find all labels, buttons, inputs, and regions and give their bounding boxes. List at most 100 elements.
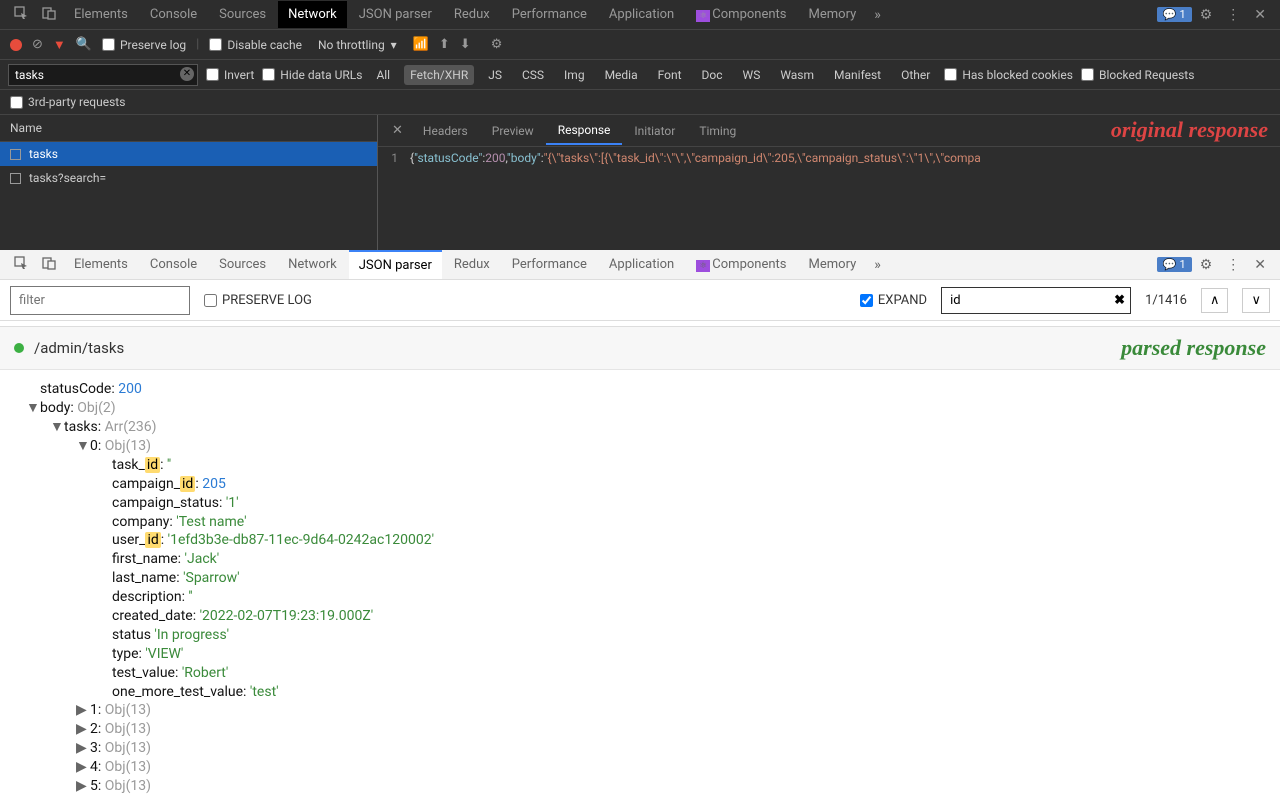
tab-network[interactable]: Network: [278, 251, 347, 278]
wifi-icon[interactable]: 📶: [413, 37, 429, 52]
response-tab-timing[interactable]: Timing: [687, 118, 748, 144]
blocked-requests-checkbox[interactable]: Blocked Requests: [1081, 68, 1194, 82]
device-toggle-icon[interactable]: [36, 2, 62, 28]
throttling-select[interactable]: No throttling ▾: [312, 35, 403, 55]
tree-row-item-0[interactable]: ▼0: Obj(13): [20, 437, 1260, 456]
tab-sources[interactable]: Sources: [209, 251, 276, 278]
tab-elements[interactable]: Elements: [64, 251, 138, 278]
close-icon[interactable]: ✕: [1248, 3, 1272, 27]
hide-data-urls-input[interactable]: [262, 68, 275, 81]
settings-icon[interactable]: ⚙: [1194, 253, 1219, 277]
more-tabs-icon[interactable]: »: [868, 3, 887, 27]
chevron-down-icon[interactable]: ▼: [26, 399, 40, 418]
json-search-input[interactable]: [941, 287, 1131, 314]
request-item-tasks-search[interactable]: tasks?search=: [0, 166, 377, 190]
preserve-log-input[interactable]: [102, 38, 115, 51]
filter-icon[interactable]: ▼: [53, 37, 66, 53]
settings-icon[interactable]: ⚙: [1194, 3, 1219, 27]
tab-components[interactable]: ⚛Components: [686, 251, 796, 278]
blocked-requests-input[interactable]: [1081, 68, 1094, 81]
filter-type-img[interactable]: Img: [558, 65, 591, 85]
response-tab-headers[interactable]: Headers: [411, 118, 480, 144]
tab-application[interactable]: Application: [599, 1, 684, 28]
preserve-log-checkbox[interactable]: PRESERVE LOG: [204, 293, 312, 308]
tab-performance[interactable]: Performance: [502, 251, 597, 278]
chevron-right-icon[interactable]: ▶: [76, 777, 90, 796]
device-toggle-icon[interactable]: [36, 252, 62, 278]
tab-console[interactable]: Console: [140, 1, 207, 28]
tab-json-parser[interactable]: JSON parser: [349, 250, 442, 279]
tree-row-item-4[interactable]: ▶4: Obj(13): [20, 758, 1260, 777]
response-tab-preview[interactable]: Preview: [480, 118, 546, 144]
tab-performance[interactable]: Performance: [502, 1, 597, 28]
filter-type-all[interactable]: All: [370, 65, 396, 85]
filter-type-other[interactable]: Other: [895, 65, 936, 85]
expand-checkbox[interactable]: EXPAND: [860, 293, 927, 308]
tree-row-item-2[interactable]: ▶2: Obj(13): [20, 720, 1260, 739]
preserve-log-checkbox[interactable]: Preserve log: [102, 38, 186, 52]
invert-checkbox[interactable]: Invert: [206, 68, 254, 82]
filter-input[interactable]: [8, 64, 198, 86]
settings-gear-icon[interactable]: ⚙: [491, 37, 503, 52]
chevron-down-icon[interactable]: ▼: [50, 418, 64, 437]
upload-icon[interactable]: ⬆: [439, 37, 450, 52]
tab-memory[interactable]: Memory: [799, 251, 867, 278]
search-icon[interactable]: 🔍: [76, 37, 92, 52]
filter-type-ws[interactable]: WS: [737, 65, 767, 85]
tab-redux[interactable]: Redux: [444, 1, 500, 28]
tree-row-item-1[interactable]: ▶1: Obj(13): [20, 701, 1260, 720]
tab-components[interactable]: ⚛Components: [686, 1, 796, 28]
tree-row-item-3[interactable]: ▶3: Obj(13): [20, 739, 1260, 758]
blocked-cookies-input[interactable]: [944, 68, 957, 81]
blocked-cookies-checkbox[interactable]: Has blocked cookies: [944, 68, 1073, 82]
tab-application[interactable]: Application: [599, 251, 684, 278]
disable-cache-checkbox[interactable]: Disable cache: [209, 38, 302, 52]
inspect-icon[interactable]: [8, 2, 34, 28]
download-icon[interactable]: ⬇: [460, 37, 471, 52]
tab-elements[interactable]: Elements: [64, 1, 138, 28]
record-button[interactable]: [10, 39, 22, 51]
response-tab-initiator[interactable]: Initiator: [622, 118, 687, 144]
disable-cache-input[interactable]: [209, 38, 222, 51]
chevron-right-icon[interactable]: ▶: [76, 739, 90, 758]
preserve-log-input[interactable]: [204, 294, 217, 307]
endpoint-row[interactable]: /admin/tasks parsed response: [0, 327, 1280, 370]
hide-data-urls-checkbox[interactable]: Hide data URLs: [262, 68, 362, 82]
kebab-menu-icon[interactable]: ⋮: [1220, 3, 1246, 27]
search-next-button[interactable]: ∨: [1242, 288, 1270, 313]
filter-type-fetch-xhr[interactable]: Fetch/XHR: [404, 65, 474, 85]
tab-redux[interactable]: Redux: [444, 251, 500, 278]
close-icon[interactable]: ✕: [1248, 253, 1272, 277]
third-party-input[interactable]: [10, 96, 23, 109]
kebab-menu-icon[interactable]: ⋮: [1220, 253, 1246, 277]
filter-type-js[interactable]: JS: [482, 65, 508, 85]
response-tab-response[interactable]: Response: [546, 117, 623, 145]
error-badge[interactable]: 💬 1: [1157, 257, 1192, 272]
filter-type-doc[interactable]: Doc: [696, 65, 729, 85]
chevron-right-icon[interactable]: ▶: [76, 758, 90, 777]
inspect-icon[interactable]: [8, 252, 34, 278]
json-filter-input[interactable]: [10, 286, 190, 315]
tree-row-item-5[interactable]: ▶5: Obj(13): [20, 777, 1260, 796]
filter-clear-icon[interactable]: ✕: [180, 67, 194, 81]
search-prev-button[interactable]: ∧: [1201, 288, 1229, 313]
error-badge[interactable]: 💬 1: [1157, 7, 1192, 22]
filter-type-manifest[interactable]: Manifest: [828, 65, 887, 85]
chevron-right-icon[interactable]: ▶: [76, 720, 90, 739]
chevron-down-icon[interactable]: ▼: [76, 437, 90, 456]
search-clear-icon[interactable]: ✖: [1114, 293, 1125, 308]
filter-type-wasm[interactable]: Wasm: [774, 65, 820, 85]
tree-row-tasks[interactable]: ▼tasks: Arr(236): [20, 418, 1260, 437]
clear-icon[interactable]: ⊘: [32, 37, 43, 52]
filter-type-media[interactable]: Media: [599, 65, 644, 85]
tab-sources[interactable]: Sources: [209, 1, 276, 28]
close-panel-icon[interactable]: ✕: [384, 119, 411, 142]
invert-input[interactable]: [206, 68, 219, 81]
tab-memory[interactable]: Memory: [799, 1, 867, 28]
tab-json-parser[interactable]: JSON parser: [349, 1, 442, 28]
filter-type-css[interactable]: CSS: [516, 65, 550, 85]
tab-console[interactable]: Console: [140, 251, 207, 278]
request-item-tasks[interactable]: tasks: [0, 142, 377, 166]
filter-type-font[interactable]: Font: [652, 65, 688, 85]
more-tabs-icon[interactable]: »: [868, 253, 887, 277]
